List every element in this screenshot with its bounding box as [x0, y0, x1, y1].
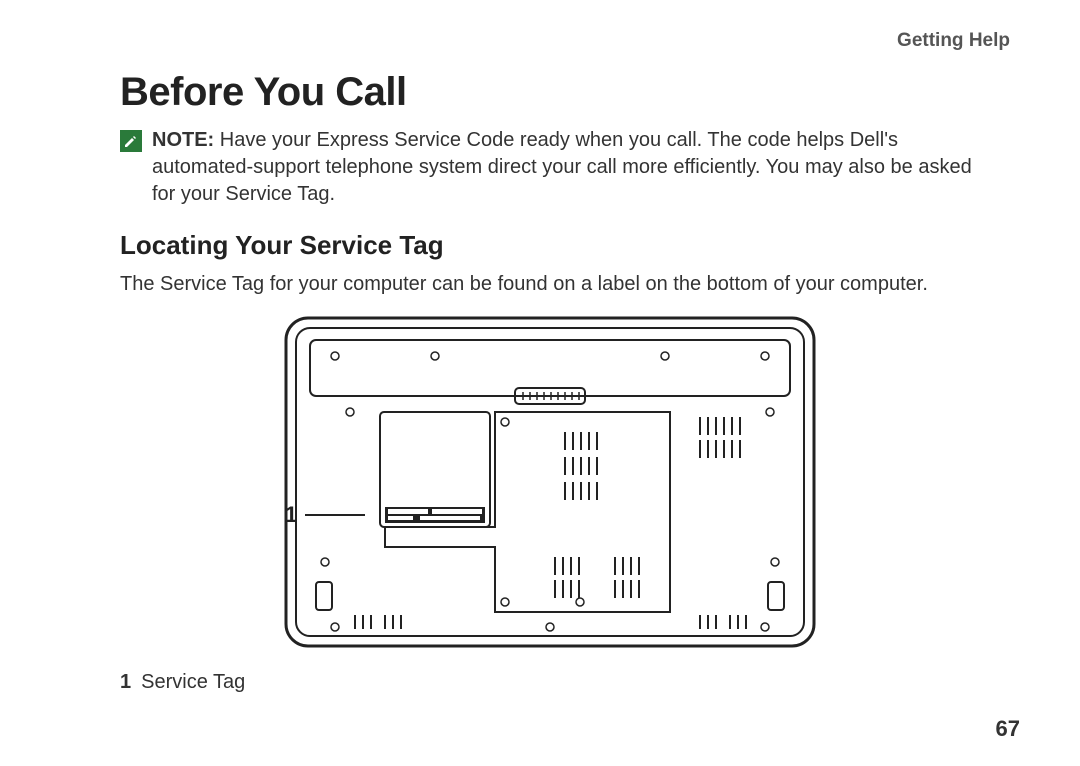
diagram-container: 1: [120, 312, 980, 657]
body-text: The Service Tag for your computer can be…: [120, 273, 980, 296]
callout-1: 1: [285, 502, 365, 528]
note-icon: [120, 130, 142, 152]
note-body-text: Have your Express Service Code ready whe…: [152, 129, 972, 205]
legend-number: 1: [120, 671, 131, 693]
legend-label: Service Tag: [141, 671, 245, 693]
sub-heading: Locating Your Service Tag: [120, 230, 1020, 261]
callout-number: 1: [285, 502, 297, 528]
laptop-bottom-diagram: [280, 312, 820, 652]
header-section: Getting Help: [60, 30, 1010, 52]
page-title: Before You Call: [120, 70, 1020, 115]
note-text: NOTE: Have your Express Service Code rea…: [152, 127, 980, 208]
note-block: NOTE: Have your Express Service Code rea…: [120, 127, 980, 208]
page-number: 67: [996, 716, 1020, 742]
legend-row: 1 Service Tag: [120, 671, 1020, 694]
note-label: NOTE:: [152, 129, 214, 151]
callout-leader-line: [305, 514, 365, 516]
